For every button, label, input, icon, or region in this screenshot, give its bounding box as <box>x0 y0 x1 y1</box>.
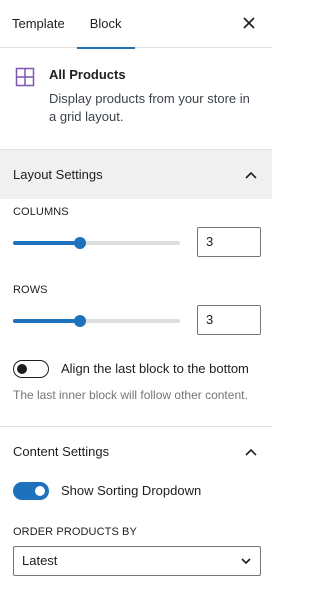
rows-slider[interactable] <box>13 315 180 327</box>
order-by-select[interactable]: Latest <box>13 546 261 576</box>
chevron-down-icon <box>241 558 251 565</box>
block-settings-panel: Template Block All Products Display prod… <box>0 0 272 590</box>
toggle-knob <box>17 363 27 374</box>
columns-slider-thumb[interactable] <box>74 237 86 249</box>
order-by-value: Latest <box>22 553 58 568</box>
rows-label: ROWS <box>13 284 48 296</box>
toggle-knob <box>35 486 45 496</box>
columns-slider[interactable] <box>13 237 180 249</box>
sorting-dropdown-label: Show Sorting Dropdown <box>61 483 202 498</box>
layout-settings-title: Layout Settings <box>13 167 103 182</box>
sorting-dropdown-toggle[interactable] <box>13 482 49 500</box>
layout-settings-header[interactable]: Layout Settings <box>0 150 272 199</box>
order-by-label: ORDER PRODUCTS BY <box>13 526 137 538</box>
align-bottom-help: The last inner block will follow other c… <box>13 388 248 402</box>
columns-slider-fill <box>13 241 80 245</box>
rows-slider-fill <box>13 319 80 323</box>
block-title: All Products <box>49 67 126 82</box>
content-settings-body: Show Sorting Dropdown ORDER PRODUCTS BY … <box>0 476 272 590</box>
rows-slider-thumb[interactable] <box>74 315 86 327</box>
grid-icon <box>15 67 35 87</box>
align-bottom-label: Align the last block to the bottom <box>61 361 249 376</box>
chevron-up-icon <box>245 171 257 179</box>
chevron-up-icon <box>245 448 257 456</box>
block-card: All Products Display products from your … <box>0 48 272 150</box>
close-icon[interactable] <box>240 14 258 32</box>
block-description: Display products from your store in a gr… <box>49 91 250 124</box>
columns-input[interactable]: 3 <box>197 227 261 257</box>
content-settings-header[interactable]: Content Settings <box>0 427 272 476</box>
align-bottom-toggle[interactable] <box>13 360 49 378</box>
rows-input[interactable]: 3 <box>197 305 261 335</box>
tab-block[interactable]: Block <box>76 0 135 49</box>
sidebar-tabs: Template Block <box>0 0 272 49</box>
columns-label: COLUMNS <box>13 206 69 218</box>
tab-template[interactable]: Template <box>0 0 77 48</box>
layout-settings-body: COLUMNS 3 ROWS 3 Align the last block to… <box>0 199 272 427</box>
content-settings-title: Content Settings <box>13 444 110 459</box>
